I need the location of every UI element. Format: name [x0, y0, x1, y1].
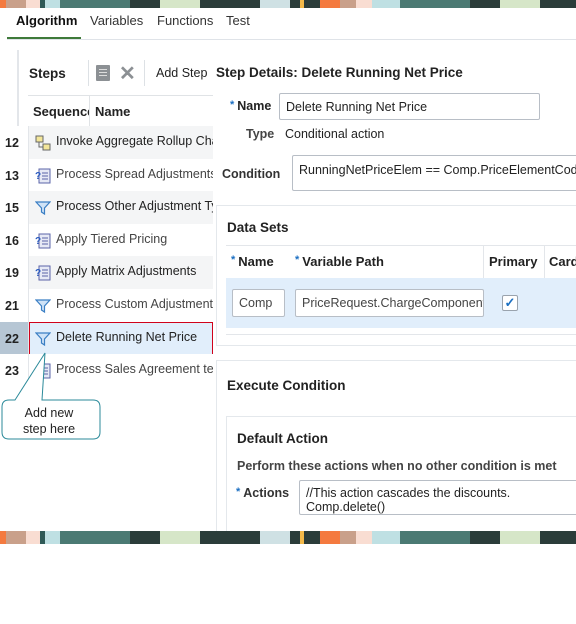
script-icon: ?: [35, 265, 51, 281]
callout-text: Add new step here: [22, 406, 76, 436]
add-step-button[interactable]: Add Step: [156, 66, 207, 80]
details-icon[interactable]: [96, 65, 110, 81]
step-name: Invoke Aggregate Rollup Charges: [35, 126, 213, 159]
step-row[interactable]: 19 ? Apply Matrix Adjustments: [0, 256, 213, 290]
step-sequence: 15: [0, 191, 29, 225]
actions-line: //This action cascades the discounts.: [306, 486, 511, 500]
steps-title: Steps: [29, 66, 66, 81]
aggregate-icon: [35, 135, 51, 151]
step-details-title: Step Details: Delete Running Net Price: [216, 65, 463, 80]
column-divider: [483, 246, 484, 278]
table-border: [226, 245, 576, 246]
step-sequence: 12: [0, 126, 29, 159]
decorative-banner-bottom: [0, 531, 576, 544]
primary-checkbox[interactable]: ✓: [502, 295, 518, 311]
step-sequence: 19: [0, 256, 29, 290]
default-action-description: Perform these actions when no other cond…: [237, 459, 557, 473]
step-row[interactable]: 12 Invoke Aggregate Rollup Charges: [0, 126, 213, 159]
filter-icon: [35, 200, 52, 216]
filter-icon: [35, 298, 52, 314]
ds-name-input[interactable]: Comp: [232, 289, 285, 317]
step-sequence: 16: [0, 223, 29, 257]
step-row[interactable]: 13 ? Process Spread Adjustments: [0, 158, 213, 192]
ds-header-primary[interactable]: Primary: [489, 254, 537, 269]
condition-label: Condition: [222, 167, 281, 181]
svg-text:?: ?: [35, 171, 41, 182]
script-icon: ?: [35, 233, 51, 249]
actions-line: Comp.delete(): [306, 500, 386, 514]
step-row[interactable]: 21 Process Custom Adjustment Rules: [0, 289, 213, 322]
step-sequence: 13: [0, 158, 29, 192]
default-action-title: Default Action: [237, 431, 328, 446]
actions-textarea[interactable]: //This action cascades the discounts. Co…: [299, 480, 576, 515]
name-label: * Name: [230, 99, 272, 113]
actions-label: * Actions: [236, 486, 290, 500]
column-divider: [89, 96, 90, 126]
step-name: Process Other Adjustment Types: [35, 191, 213, 224]
decorative-banner-top: [0, 0, 576, 8]
delete-icon[interactable]: ✕: [119, 61, 136, 86]
execute-condition-title: Execute Condition: [227, 378, 346, 393]
tab-algorithm[interactable]: Algorithm: [16, 13, 77, 28]
panel-border: [17, 50, 19, 126]
ds-variable-path-input[interactable]: PriceRequest.ChargeComponent: [295, 289, 484, 317]
header-border: [28, 95, 213, 96]
step-sequence: 21: [0, 289, 29, 322]
filter-icon: [35, 331, 52, 347]
ds-header-name[interactable]: * Name: [231, 254, 274, 269]
tab-divider: [7, 39, 576, 40]
script-icon: ?: [35, 168, 51, 184]
table-border: [226, 334, 576, 335]
svg-text:?: ?: [35, 268, 41, 279]
column-header-sequence[interactable]: Sequence: [33, 104, 90, 119]
ds-header-cardinality[interactable]: Card: [549, 254, 576, 269]
ds-header-variable-path[interactable]: * Variable Path: [295, 254, 384, 269]
step-name: ? Apply Matrix Adjustments: [35, 264, 197, 281]
tab-variables[interactable]: Variables: [90, 13, 143, 28]
type-label: Type: [246, 127, 275, 141]
step-name: ? Apply Tiered Pricing: [35, 231, 168, 249]
step-row[interactable]: 15 Process Other Adjustment Types: [0, 191, 213, 225]
step-row[interactable]: 16 ? Apply Tiered Pricing: [0, 223, 213, 257]
column-header-name[interactable]: Name: [95, 104, 130, 119]
svg-text:?: ?: [35, 236, 41, 247]
toolbar-divider: [88, 60, 89, 86]
type-value: Conditional action: [285, 127, 385, 141]
tab-functions[interactable]: Functions: [157, 13, 213, 28]
column-divider: [544, 246, 545, 278]
step-name: Process Custom Adjustment Rules: [35, 289, 213, 322]
data-sets-title: Data Sets: [227, 220, 289, 235]
toolbar-divider: [144, 60, 145, 86]
step-name: ? Process Spread Adjustments: [35, 166, 213, 184]
condition-input[interactable]: RunningNetPriceElem == Comp.PriceElement…: [292, 155, 576, 191]
step-name-input[interactable]: Delete Running Net Price: [279, 93, 540, 120]
tab-test[interactable]: Test: [226, 13, 250, 28]
